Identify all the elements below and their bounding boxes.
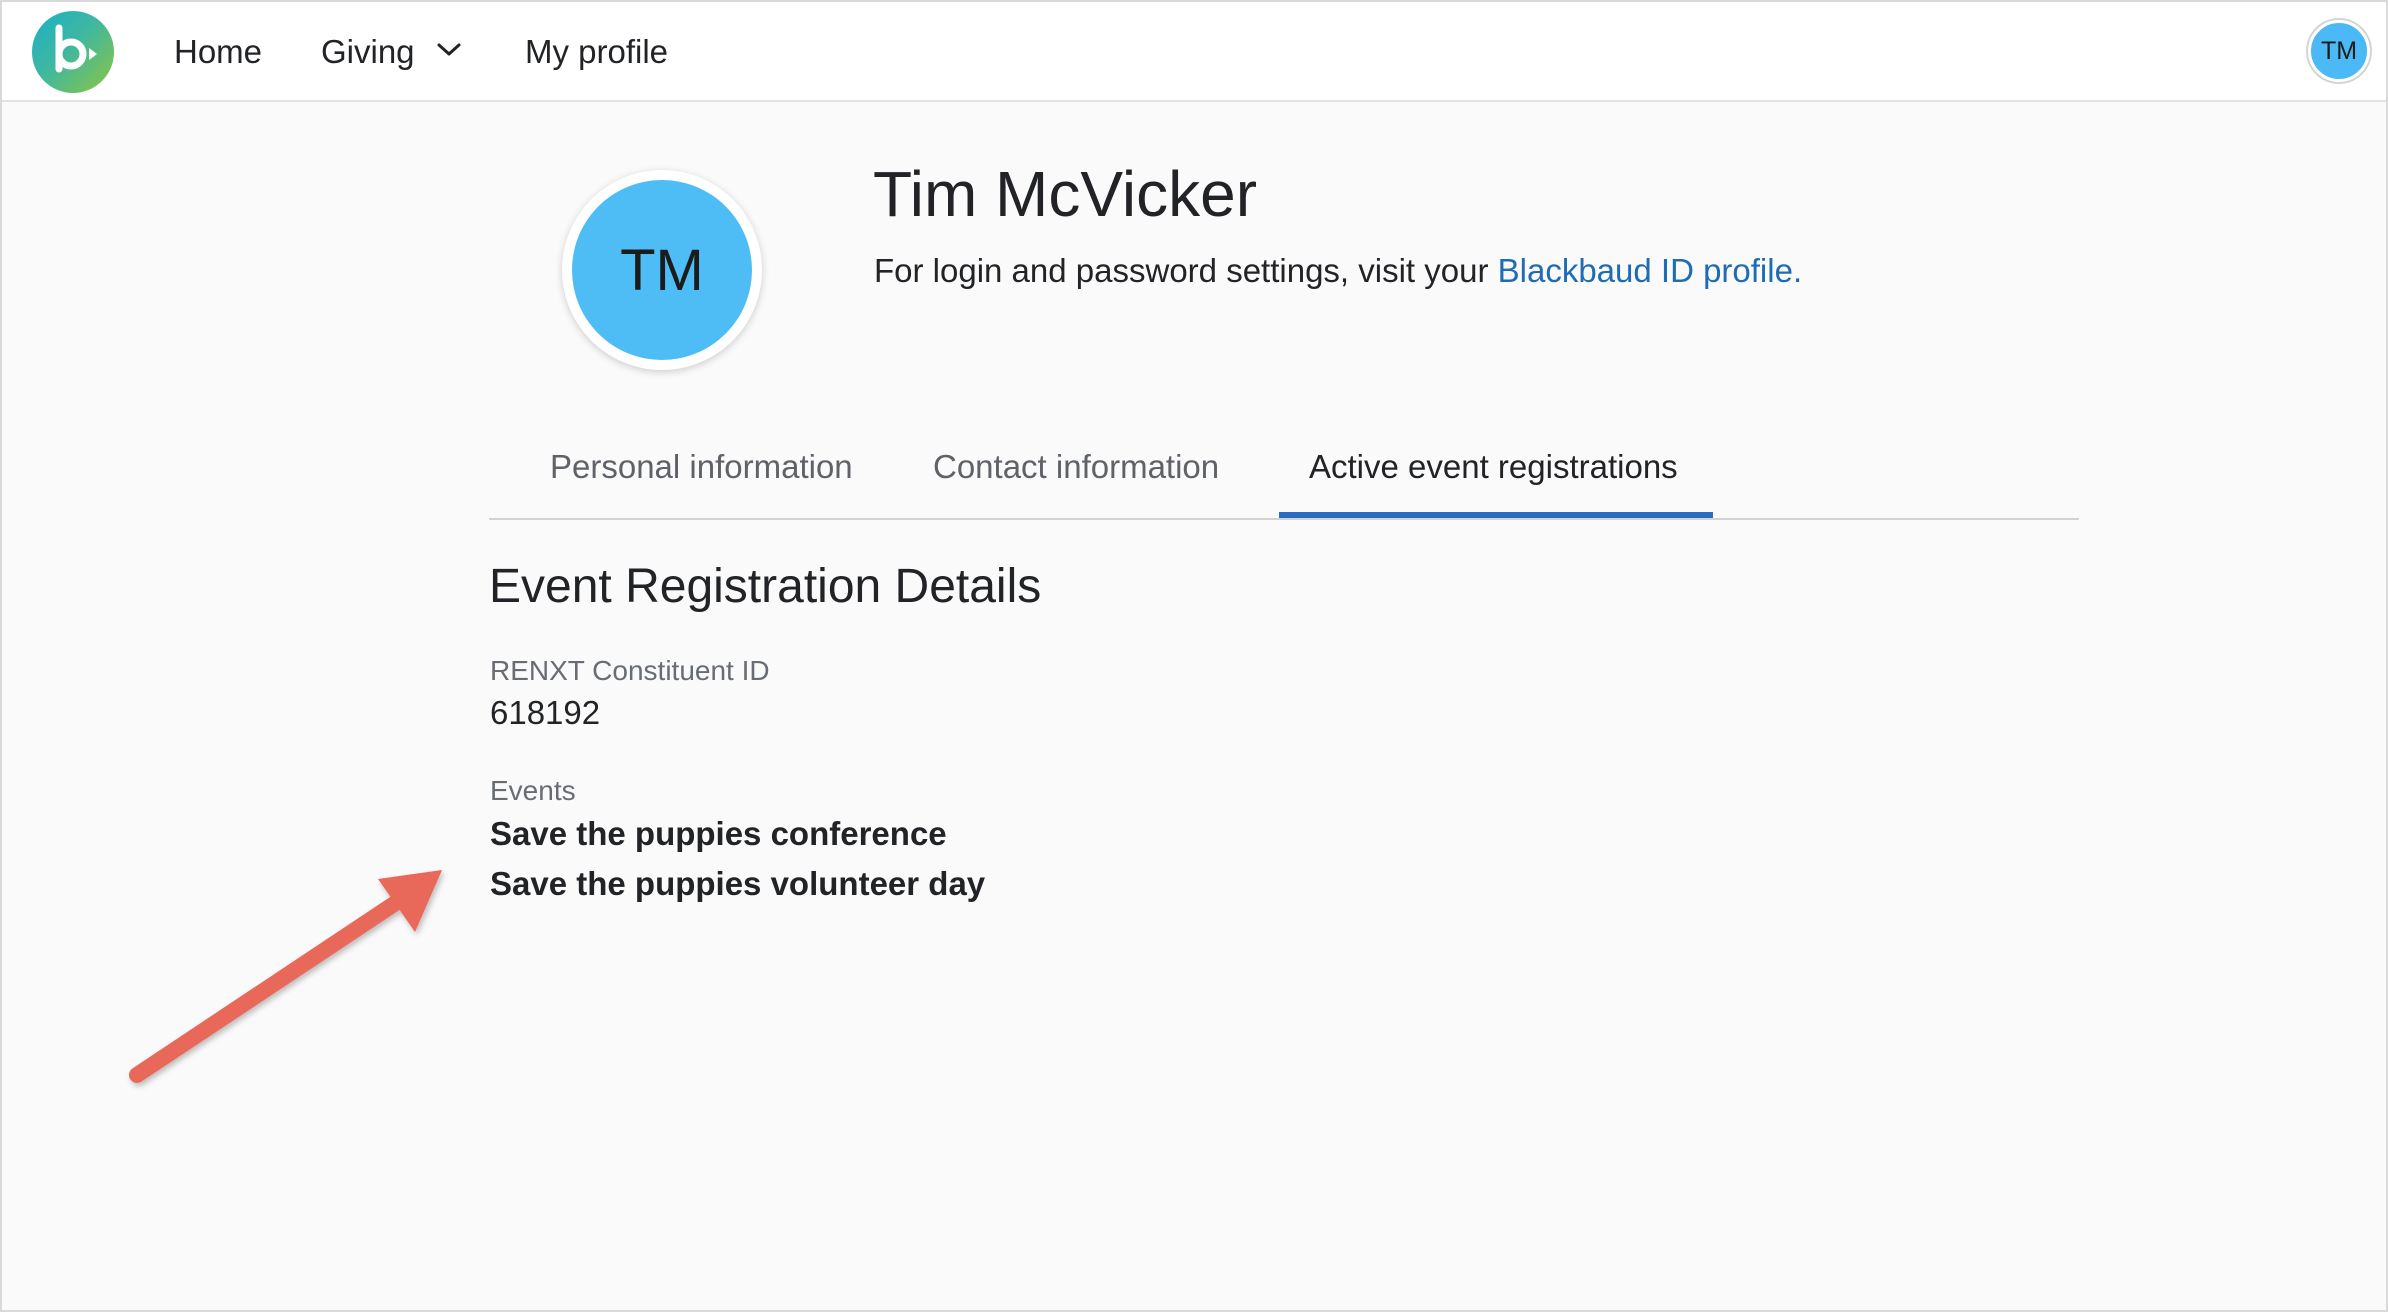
nav-my-profile[interactable]: My profile [525, 32, 668, 72]
user-avatar-button[interactable]: TM [2308, 20, 2370, 82]
nav-home[interactable]: Home [174, 32, 262, 72]
blackbaud-logo-icon[interactable] [32, 11, 114, 93]
profile-tabs: Personal information Contact information… [489, 432, 2079, 520]
blackbaud-id-profile-link[interactable]: Blackbaud ID profile. [1498, 252, 1803, 289]
top-navbar: Home Giving My profile TM [2, 2, 2386, 102]
login-settings-text: For login and password settings, visit y… [874, 250, 1802, 292]
constituent-id-value: 618192 [490, 694, 601, 731]
tab-contact-information[interactable]: Contact information [933, 447, 1219, 487]
tab-personal-information[interactable]: Personal information [550, 447, 853, 487]
section-title: Event Registration Details [489, 560, 1042, 613]
profile-avatar-initials: TM [572, 180, 752, 360]
login-settings-label: For login and password settings, visit y… [874, 252, 1498, 289]
profile-name: Tim McVicker [873, 158, 1257, 230]
events-label: Events [490, 775, 576, 806]
nav-giving[interactable]: Giving [321, 32, 415, 72]
chevron-down-icon[interactable] [436, 42, 462, 58]
profile-avatar: TM [562, 170, 762, 370]
tab-active-event-registrations[interactable]: Active event registrations [1309, 447, 1678, 487]
active-tab-indicator [1279, 512, 1713, 518]
event-item: Save the puppies conference [490, 815, 947, 852]
event-item: Save the puppies volunteer day [490, 865, 986, 902]
app-window: Home Giving My profile TM TM Tim McVicke… [0, 0, 2388, 1312]
constituent-id-label: RENXT Constituent ID [490, 655, 770, 686]
